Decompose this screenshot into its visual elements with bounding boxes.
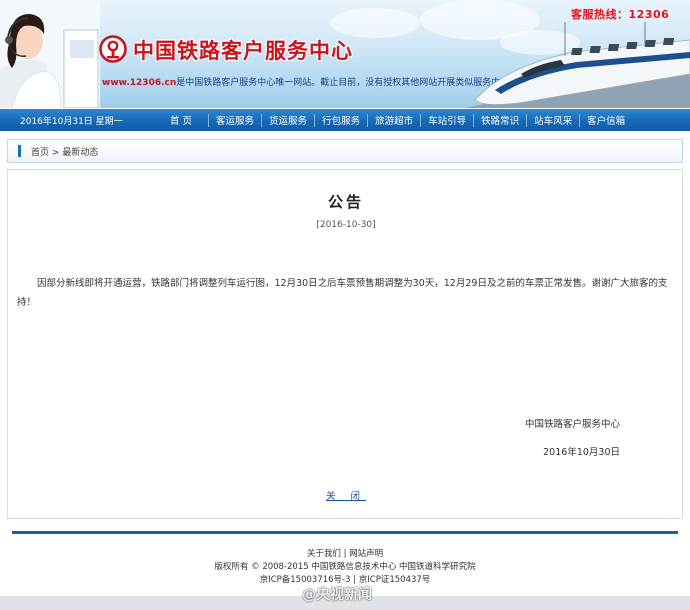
site-domain: www.12306.cn [102, 78, 177, 88]
customer-service-agent-image [0, 0, 100, 108]
announcement-body: 因部分新线即将开通运营，铁路部门将调整列车运行图，12月30日之后车票预售期调整… [17, 278, 668, 308]
footer-copyright: 版权所有 © 2008-2015 中国铁路信息技术中心 中国铁道科学研究院 [214, 562, 476, 572]
site-header: 客服热线：12306 中国铁路客户服务中心 www.12306.cn是中国铁路客… [0, 0, 690, 108]
footer-about-link[interactable]: 关于我们 [307, 549, 341, 559]
announcement-signature: 中国铁路客户服务中心 [524, 419, 620, 430]
nav-item-station-style[interactable]: 站车风采 [527, 113, 579, 127]
announcement-date: [2016-10-30] [316, 220, 376, 230]
breadcrumb-separator: > [51, 147, 60, 158]
announcement-panel: 公告 [2016-10-30] 因部分新线即将开通运营，铁路部门将调整列车运行图… [7, 169, 683, 519]
main-navigation: 2016年10月31日 星期一 首 页 客运服务 货运服务 行包服务 旅游超市 … [0, 109, 690, 131]
announcement-sign-date: 2016年10月30日 [543, 447, 620, 458]
close-link[interactable]: 关 闭 [8, 488, 684, 502]
service-hotline: 客服热线：12306 [571, 8, 670, 21]
announcement-title: 公告 [327, 193, 364, 211]
footer-link-separator: | [343, 549, 347, 559]
nav-item-home[interactable]: 首 页 [154, 113, 208, 127]
nav-item-railway-knowledge[interactable]: 铁路常识 [474, 113, 526, 127]
footer-divider [12, 531, 678, 534]
breadcrumb-trail: 首页 > 最新动态 [31, 145, 98, 158]
current-date: 2016年10月31日 星期一 [20, 116, 123, 127]
breadcrumb: 首页 > 最新动态 [7, 139, 683, 163]
cloud-decoration [330, 8, 420, 38]
footer-links: 关于我们 | 网站声明 [0, 548, 690, 561]
breadcrumb-current: 最新动态 [62, 147, 99, 158]
footer-statement-link[interactable]: 网站声明 [349, 549, 383, 559]
nav-item-customer-mailbox[interactable]: 客户信箱 [580, 113, 632, 127]
nav-item-luggage-service[interactable]: 行包服务 [315, 113, 367, 127]
high-speed-train-image [465, 22, 690, 108]
site-title: 中国铁路客户服务中心 [133, 38, 353, 63]
nav-item-station-guide[interactable]: 车站引导 [421, 113, 473, 127]
site-tagline: www.12306.cn是中国铁路客户服务中心唯一网站。截止目前，没有授权其他网… [102, 75, 518, 88]
breadcrumb-marker [18, 145, 21, 157]
nav-item-freight-service[interactable]: 货运服务 [262, 113, 314, 127]
nav-item-passenger-service[interactable]: 客运服务 [209, 113, 261, 127]
railway-logo-icon [99, 35, 127, 63]
breadcrumb-home-link[interactable]: 首页 [31, 148, 49, 158]
site-footer: 关于我们 | 网站声明 版权所有 © 2008-2015 中国铁路信息技术中心 … [0, 548, 690, 587]
nav-item-travel-market[interactable]: 旅游超市 [368, 113, 420, 127]
cctv-news-watermark: @央视新闻 [302, 587, 372, 603]
nav-items: 首 页 客运服务 货运服务 行包服务 旅游超市 车站引导 铁路常识 站车风采 客… [154, 113, 632, 127]
